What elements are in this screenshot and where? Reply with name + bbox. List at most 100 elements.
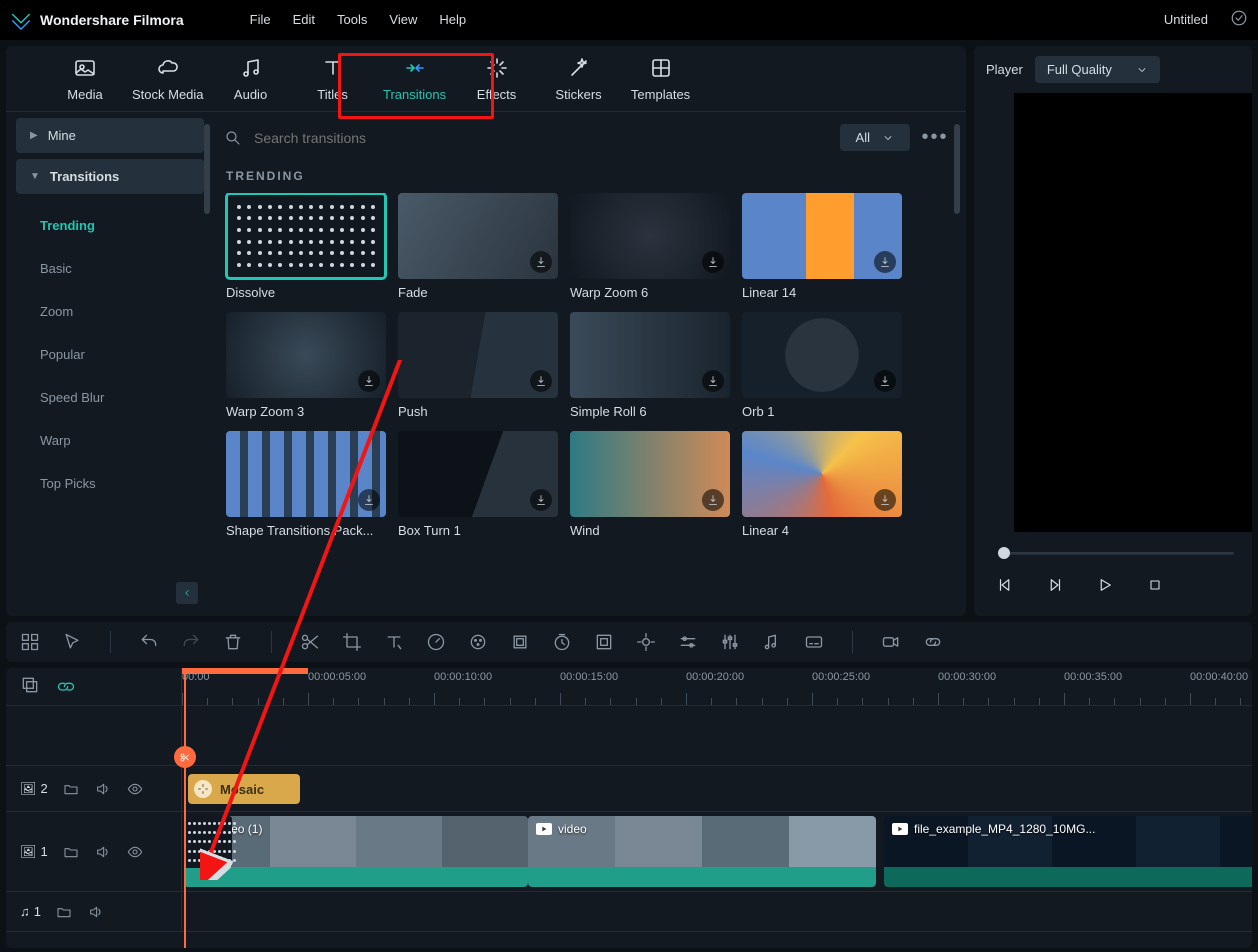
mask-button[interactable] bbox=[508, 630, 532, 654]
download-icon[interactable] bbox=[702, 489, 724, 511]
eye-icon[interactable] bbox=[126, 843, 144, 861]
sidebar-item-basic[interactable]: Basic bbox=[26, 247, 204, 290]
color-button[interactable] bbox=[466, 630, 490, 654]
subtitle-button[interactable] bbox=[802, 630, 826, 654]
speed-button[interactable] bbox=[424, 630, 448, 654]
transition-thumbnail[interactable] bbox=[226, 193, 386, 279]
sidebar-item-top-picks[interactable]: Top Picks bbox=[26, 462, 204, 505]
speaker-icon[interactable] bbox=[87, 903, 105, 921]
transition-thumbnail[interactable] bbox=[226, 312, 386, 398]
gallery-scrollbar[interactable] bbox=[954, 124, 960, 214]
transition-card[interactable]: Dissolve bbox=[226, 193, 386, 300]
transition-thumbnail[interactable] bbox=[742, 431, 902, 517]
keyframe-button[interactable] bbox=[592, 630, 616, 654]
tracking-button[interactable] bbox=[634, 630, 658, 654]
transition-thumbnail[interactable] bbox=[570, 312, 730, 398]
transition-thumbnail[interactable] bbox=[570, 431, 730, 517]
tab-titles[interactable]: Titles bbox=[298, 55, 368, 102]
more-options-button[interactable]: ••• bbox=[920, 126, 950, 149]
record-button[interactable] bbox=[879, 630, 903, 654]
folder-icon[interactable] bbox=[62, 780, 80, 798]
download-icon[interactable] bbox=[874, 251, 896, 273]
tab-media[interactable]: Media bbox=[50, 55, 120, 102]
player-scrubber[interactable] bbox=[986, 542, 1240, 564]
sidebar-item-popular[interactable]: Popular bbox=[26, 333, 204, 376]
sidebar-item-zoom[interactable]: Zoom bbox=[26, 290, 204, 333]
tab-transitions[interactable]: Transitions bbox=[380, 55, 450, 102]
sidebar-transitions-group[interactable]: ▼ Transitions bbox=[16, 159, 204, 194]
download-icon[interactable] bbox=[530, 251, 552, 273]
download-icon[interactable] bbox=[358, 370, 380, 392]
menu-help[interactable]: Help bbox=[439, 12, 466, 27]
video-lane[interactable]: Video (1) video file_example_MP4_1280_10… bbox=[182, 812, 1252, 891]
download-icon[interactable] bbox=[358, 489, 380, 511]
playhead-handle[interactable] bbox=[174, 746, 196, 768]
transition-card[interactable]: Shape Transitions Pack... bbox=[226, 431, 386, 538]
track-audio-1[interactable]: ♫1 bbox=[6, 892, 1252, 932]
clip-mosaic[interactable]: Mosaic bbox=[188, 774, 300, 804]
stop-button[interactable] bbox=[1144, 574, 1166, 596]
track-picture-2[interactable]: 🖼2 Mosaic bbox=[6, 766, 1252, 812]
adjust-button[interactable] bbox=[676, 630, 700, 654]
undo-button[interactable] bbox=[137, 630, 161, 654]
timeline-magnet-button[interactable] bbox=[56, 675, 76, 698]
audio-stretch-button[interactable] bbox=[760, 630, 784, 654]
transition-thumbnail[interactable] bbox=[226, 431, 386, 517]
search-input[interactable] bbox=[252, 129, 830, 147]
clip-video-2[interactable]: video bbox=[528, 816, 876, 887]
sidebar-item-warp[interactable]: Warp bbox=[26, 419, 204, 462]
transition-card[interactable]: Warp Zoom 6 bbox=[570, 193, 730, 300]
track-video-1[interactable]: 🖼1 Video (1) vid bbox=[6, 812, 1252, 892]
transition-card[interactable]: Linear 14 bbox=[742, 193, 902, 300]
timeline-add-track-button[interactable] bbox=[20, 675, 40, 698]
split-button[interactable] bbox=[298, 630, 322, 654]
prev-frame-button[interactable] bbox=[994, 574, 1016, 596]
download-icon[interactable] bbox=[530, 370, 552, 392]
timeline[interactable]: 00:0000:00:05:0000:00:10:0000:00:15:0000… bbox=[6, 668, 1252, 948]
quality-dropdown[interactable]: Full Quality bbox=[1035, 56, 1160, 83]
download-icon[interactable] bbox=[874, 370, 896, 392]
preview-viewport[interactable] bbox=[1014, 93, 1252, 532]
transition-thumbnail[interactable] bbox=[398, 193, 558, 279]
scrubber-handle[interactable] bbox=[998, 547, 1010, 559]
download-icon[interactable] bbox=[874, 489, 896, 511]
delete-button[interactable] bbox=[221, 630, 245, 654]
transition-chip-dissolve[interactable] bbox=[184, 816, 232, 868]
download-icon[interactable] bbox=[530, 489, 552, 511]
folder-icon[interactable] bbox=[62, 843, 80, 861]
transition-thumbnail[interactable] bbox=[398, 312, 558, 398]
speaker-icon[interactable] bbox=[94, 843, 112, 861]
tab-stock-media[interactable]: Stock Media bbox=[132, 55, 204, 102]
audio-mixer-button[interactable] bbox=[718, 630, 742, 654]
transition-thumbnail[interactable] bbox=[570, 193, 730, 279]
sidebar-mine[interactable]: ▶ Mine bbox=[16, 118, 204, 153]
menu-tools[interactable]: Tools bbox=[337, 12, 367, 27]
tab-effects[interactable]: Effects bbox=[462, 55, 532, 102]
redo-button[interactable] bbox=[179, 630, 203, 654]
transition-card[interactable]: Simple Roll 6 bbox=[570, 312, 730, 419]
download-icon[interactable] bbox=[702, 370, 724, 392]
tab-stickers[interactable]: Stickers bbox=[544, 55, 614, 102]
transition-thumbnail[interactable] bbox=[742, 193, 902, 279]
download-icon[interactable] bbox=[702, 251, 724, 273]
cloud-sync-icon[interactable] bbox=[1230, 9, 1248, 30]
text-button[interactable] bbox=[382, 630, 406, 654]
transition-thumbnail[interactable] bbox=[742, 312, 902, 398]
tab-templates[interactable]: Templates bbox=[626, 55, 696, 102]
timer-button[interactable] bbox=[550, 630, 574, 654]
link-button[interactable] bbox=[921, 630, 945, 654]
search-box[interactable] bbox=[224, 129, 830, 147]
transition-card[interactable]: Orb 1 bbox=[742, 312, 902, 419]
playhead[interactable] bbox=[184, 668, 186, 948]
transition-card[interactable]: Linear 4 bbox=[742, 431, 902, 538]
sidebar-scrollbar[interactable] bbox=[204, 124, 210, 214]
clip-video-3[interactable]: file_example_MP4_1280_10MG... bbox=[884, 816, 1252, 887]
transition-thumbnail[interactable] bbox=[398, 431, 558, 517]
sidebar-item-trending[interactable]: Trending bbox=[26, 204, 204, 247]
eye-icon[interactable] bbox=[126, 780, 144, 798]
folder-icon[interactable] bbox=[55, 903, 73, 921]
next-frame-button[interactable] bbox=[1044, 574, 1066, 596]
crop-button[interactable] bbox=[340, 630, 364, 654]
transition-card[interactable]: Push bbox=[398, 312, 558, 419]
sidebar-item-speed-blur[interactable]: Speed Blur bbox=[26, 376, 204, 419]
